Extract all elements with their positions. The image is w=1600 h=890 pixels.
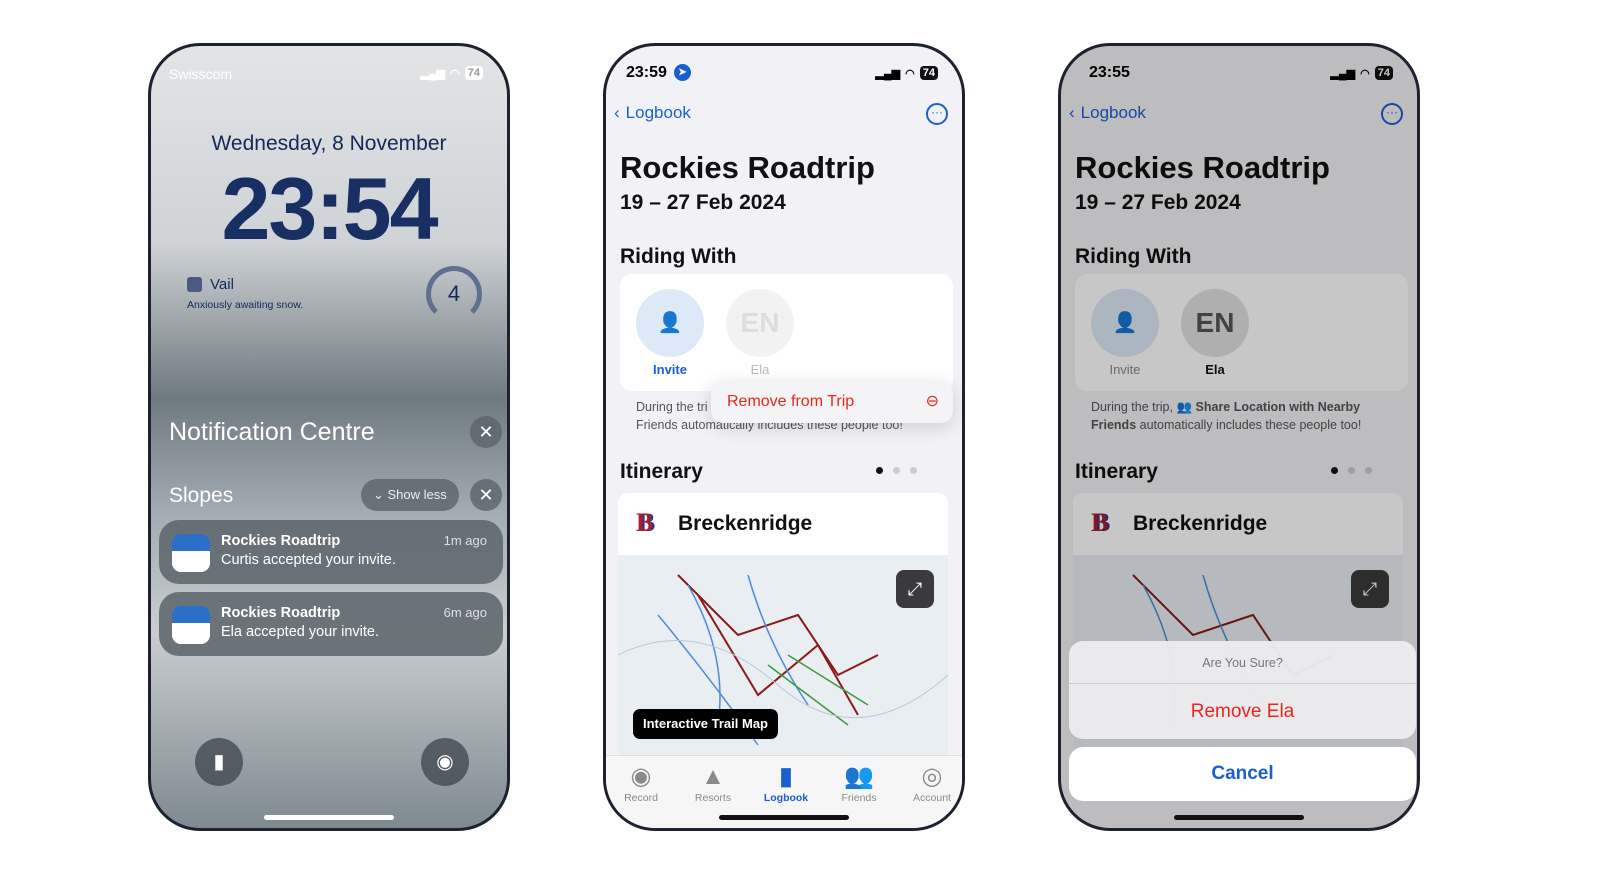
status-bar: Swisscom ▂▄▆ ◠ 74: [151, 64, 507, 86]
notification-title: Rockies Roadtrip: [221, 533, 341, 549]
battery-icon: 74: [919, 66, 938, 80]
show-less-button[interactable]: ⌄ Show less: [361, 479, 459, 511]
signal-icon: ▂▄▆: [875, 67, 901, 80]
action-sheet: Are You Sure? Remove Ela: [1069, 641, 1416, 739]
cancel-button[interactable]: Cancel: [1069, 747, 1416, 801]
clear-all-button[interactable]: ✕: [470, 416, 502, 448]
resort-name: Breckenridge: [678, 512, 813, 535]
tab-label: Resorts: [694, 792, 732, 804]
riding-with-card: 👤 Invite EN Ela: [620, 274, 953, 391]
tab-label: Logbook: [763, 792, 809, 804]
trail-map[interactable]: ⤢ Interactive Trail Map: [618, 555, 948, 755]
account-icon: ◎: [921, 763, 943, 790]
notification-centre-title: Notification Centre: [169, 418, 375, 446]
trip-title: Rockies Roadtrip: [620, 150, 875, 185]
home-indicator[interactable]: [264, 815, 394, 820]
back-label: Logbook: [625, 103, 691, 122]
widget-subtitle: Anxiously awaiting snow.: [187, 299, 304, 311]
add-person-icon: 👤: [657, 312, 683, 334]
lock-date: Wednesday, 8 November: [211, 132, 447, 155]
page-indicator[interactable]: [876, 467, 917, 474]
flashlight-button[interactable]: ▮: [195, 738, 243, 786]
chevron-left-icon: ‹: [614, 103, 620, 122]
gauge-value: 4: [447, 281, 461, 306]
tab-logbook[interactable]: ▮ Logbook: [751, 762, 821, 804]
more-button[interactable]: ···: [926, 103, 948, 125]
book-icon: ▮: [779, 763, 793, 790]
tab-record[interactable]: ◉ Record: [606, 762, 676, 804]
lock-screen-phone: Swisscom ▂▄▆ ◠ 74 Wednesday, 8 November 23…: [148, 43, 510, 831]
show-less-label: Show less: [387, 487, 447, 502]
notification[interactable]: Rockies Roadtrip Ela accepted your invit…: [159, 592, 503, 656]
tab-label: Friends: [841, 792, 877, 804]
notification[interactable]: Rockies Roadtrip Curtis accepted your in…: [159, 520, 503, 584]
vail-widget[interactable]: Vail Anxiously awaiting snow.: [187, 276, 303, 311]
action-sheet-title: Are You Sure?: [1202, 656, 1283, 670]
tab-friends[interactable]: 👥 Friends: [824, 762, 894, 804]
notification-body: Ela accepted your invite.: [221, 624, 379, 640]
trip-dates: 19 – 27 Feb 2024: [620, 191, 786, 214]
breckenridge-logo: B: [636, 508, 654, 537]
record-icon: ◉: [630, 763, 652, 790]
snow-gauge: 4: [426, 266, 482, 322]
carrier: Swisscom: [169, 66, 233, 82]
tab-label: Record: [624, 792, 658, 804]
member-name: Ela: [750, 362, 770, 377]
signal-icon: ▂▄▆: [420, 67, 446, 80]
camera-button[interactable]: ◉: [421, 738, 469, 786]
itinerary-heading: Itinerary: [620, 460, 703, 483]
friends-icon: 👥: [844, 763, 874, 790]
lock-time: 23:54: [221, 159, 438, 258]
tab-resorts[interactable]: ▲ Resorts: [678, 762, 748, 804]
remove-confirm-phone: 23:55 ▂▄▆ ◠ 74 ‹ Logbook ··· Rockies Roadtr…: [1058, 43, 1420, 831]
notification-time: 6m ago: [443, 605, 487, 620]
clear-group-button[interactable]: ✕: [470, 479, 502, 511]
remove-from-trip-menu-item[interactable]: Remove from Trip ⊖: [711, 381, 953, 423]
notification-title: Rockies Roadtrip: [221, 605, 341, 621]
desc-start: During the tri: [636, 400, 708, 414]
chevron-down-icon: ⌄: [373, 487, 388, 502]
context-menu-label: Remove from Trip: [727, 393, 855, 410]
mountain-icon: ▲: [701, 763, 725, 790]
wifi-icon: ◠: [450, 67, 460, 80]
back-button[interactable]: ‹ Logbook: [614, 103, 691, 123]
status-bar: 23:59 ➤ ▂▄▆ ◠ 74: [606, 64, 962, 86]
location-icon: ➤: [674, 64, 691, 81]
status-time: 23:59: [626, 64, 667, 81]
notification-time: 1m ago: [443, 533, 487, 548]
widget-title: Vail: [210, 276, 234, 293]
app-icon: [172, 534, 210, 572]
invite-label: Invite: [653, 362, 687, 377]
trip-detail-phone: 23:59 ➤ ▂▄▆ ◠ 74 ‹ Logbook ··· Rockies Road…: [603, 43, 965, 831]
invite-button[interactable]: 👤: [636, 289, 704, 357]
resort-icon: [187, 277, 202, 292]
group-title: Slopes: [169, 484, 234, 507]
wifi-icon: ◠: [905, 67, 915, 80]
tab-account[interactable]: ◎ Account: [897, 762, 962, 804]
riding-with-heading: Riding With: [620, 245, 737, 268]
app-icon: [172, 606, 210, 644]
member-avatar[interactable]: EN: [726, 289, 794, 357]
interactive-trail-map-badge[interactable]: Interactive Trail Map: [633, 709, 778, 739]
expand-map-button[interactable]: ⤢: [896, 570, 934, 608]
remove-person-icon: ⊖: [925, 393, 939, 410]
home-indicator[interactable]: [1174, 815, 1304, 820]
notification-body: Curtis accepted your invite.: [221, 552, 396, 568]
home-indicator[interactable]: [719, 815, 849, 820]
remove-ela-button[interactable]: Remove Ela: [1069, 684, 1416, 739]
battery-icon: 74: [464, 66, 483, 80]
tab-label: Account: [913, 792, 951, 804]
resort-card[interactable]: B Breckenridge ⤢ Interactive Trail Map: [618, 493, 948, 755]
